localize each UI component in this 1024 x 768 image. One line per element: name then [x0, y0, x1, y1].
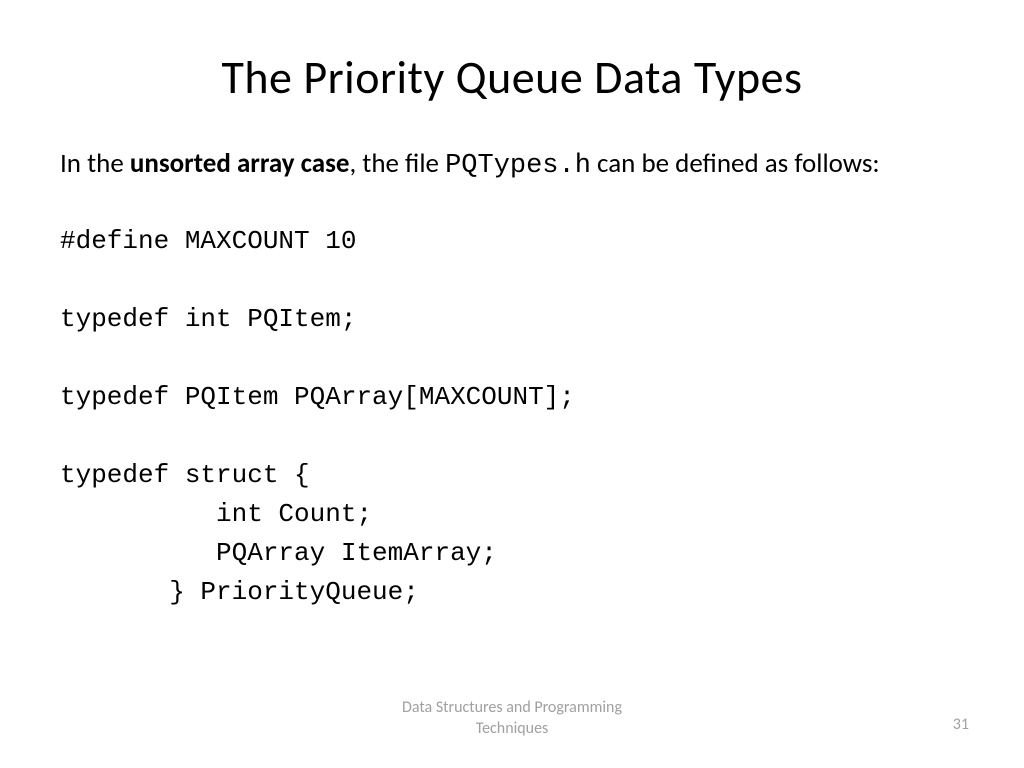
footer-line1: Data Structures and Programming [402, 698, 622, 719]
footer: Data Structures and Programming Techniqu… [0, 698, 1024, 740]
code-block: #define MAXCOUNT 10 typedef int PQItem; … [60, 222, 964, 612]
footer-line2: Techniques [402, 719, 622, 740]
intro-prefix: In the [60, 147, 130, 180]
intro-bold: unsorted array case [130, 147, 350, 180]
intro-mid: , the file [349, 147, 445, 180]
page-number: 31 [953, 715, 969, 734]
intro-suffix: can be defined as follows: [591, 147, 880, 180]
intro-filename: PQTypes.h [445, 151, 591, 181]
slide-container: The Priority Queue Data Types In the uns… [0, 0, 1024, 768]
footer-text: Data Structures and Programming Techniqu… [402, 698, 622, 740]
intro-paragraph: In the unsorted array case, the file PQT… [60, 146, 964, 184]
slide-title: The Priority Queue Data Types [60, 50, 964, 106]
